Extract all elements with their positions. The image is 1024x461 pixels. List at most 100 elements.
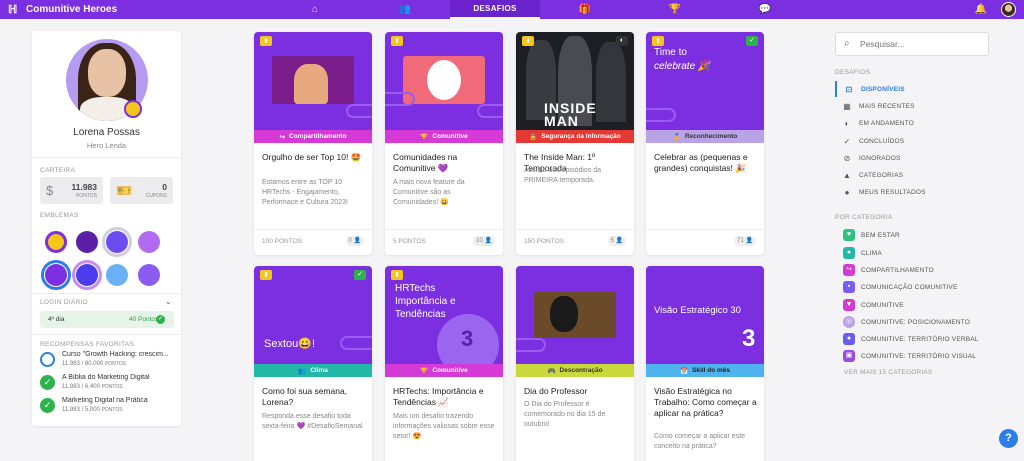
card-title: Visão Estratégica no Trabalho: Como come… xyxy=(654,386,757,418)
chat-icon: ▪ xyxy=(843,281,855,293)
banner-title: Visão Estratégico 30 xyxy=(654,305,741,316)
nav-chat[interactable]: 💬 xyxy=(720,0,810,19)
card-banner xyxy=(516,266,634,364)
card-banner: Visão Estratégico 30 3 xyxy=(646,266,764,364)
login-label: LOGIN DIÁRIO xyxy=(40,299,89,306)
points-value: 11.983 xyxy=(71,182,97,192)
half-circle-icon: ◐ xyxy=(844,118,850,128)
emblem-community-icon[interactable] xyxy=(106,231,128,253)
card-title: Dia do Professor xyxy=(524,386,588,396)
reward-tag-icon: ▮ xyxy=(522,36,534,46)
completed-check-icon: ✓ xyxy=(746,36,758,46)
banner-title: Sextou😀! xyxy=(264,338,315,350)
reward-tag-icon: ▮ xyxy=(652,36,664,46)
category-strip: ↪ Compartilhamento xyxy=(254,130,372,143)
category-compartilhamento[interactable]: ↪ COMPARTILHAMENTO xyxy=(835,262,995,278)
card-title: Como foi sua semana, Lorena? xyxy=(262,386,348,407)
category-strip: 🔒 Segurança da Informação xyxy=(516,130,634,143)
nav-desafios[interactable]: DESAFIOS xyxy=(450,0,540,19)
login-day: 4º dia xyxy=(48,316,65,323)
challenge-card[interactable]: 🎮 Descontração Dia do Professor O Dia do … xyxy=(516,266,634,461)
filter-in-progress[interactable]: ◐ EM ANDAMENTO xyxy=(835,115,995,131)
card-banner xyxy=(385,32,503,130)
filter-recent[interactable]: ▦ MAIS RECENTES xyxy=(835,98,995,114)
avatar[interactable] xyxy=(1001,2,1016,17)
nav-trophy[interactable]: 🏆 xyxy=(630,0,720,19)
favorite-item[interactable]: ✓ Marketing Digital na Prática 11.983 / … xyxy=(40,397,180,417)
card-points: 100 PONTOS xyxy=(262,238,302,245)
reward-tag-icon: ▮ xyxy=(260,270,272,280)
nav-people[interactable]: 👥 xyxy=(360,0,450,19)
card-title: Comunidades na Comunitive 💜 xyxy=(393,152,458,173)
challenge-card[interactable]: ▮ 🏆 Comunitive Comunidades na Comunitive … xyxy=(385,32,503,255)
card-points: 5 PONTOS xyxy=(393,238,426,245)
trophy-icon: 🏆 xyxy=(668,4,682,15)
card-desc: Estamos entre as TOP 10 HRTechs - Engaja… xyxy=(262,179,348,206)
emblem-infinity-icon[interactable] xyxy=(138,264,160,286)
daily-login: 4º dia 40 Pontos ✓ xyxy=(40,311,174,328)
check-icon: ✓ xyxy=(843,136,851,146)
calendar-icon: ▦ xyxy=(843,101,851,111)
logo-icon: ℍ xyxy=(8,3,18,16)
search-input[interactable] xyxy=(860,36,980,52)
card-title: Orgulho de ser Top 10! 🤩 xyxy=(262,152,362,162)
challenge-card[interactable]: HRTechs Importância e Tendências 3 ▮ 🏆 Co… xyxy=(385,266,503,461)
coupons-value: 0 xyxy=(162,182,167,192)
category-strip: 🎮 Descontração xyxy=(516,364,634,377)
challenge-card[interactable]: Visão Estratégico 30 3 📅 Skill do mês Vis… xyxy=(646,266,764,461)
filter-ignored[interactable]: ⊘ IGNORADOS xyxy=(835,150,995,166)
more-categories-link[interactable]: VER MAIS 15 CATEGORIAS xyxy=(844,369,932,376)
emblems-label: EMBLEMAS xyxy=(40,212,79,219)
banner-line2: celebrate 🎉 xyxy=(654,61,711,72)
home-icon: ⌂ xyxy=(311,4,319,15)
share-icon: ↪ xyxy=(279,133,286,141)
category-clima[interactable]: ● CLIMA xyxy=(835,245,995,261)
category-territorio-verbal[interactable]: ● COMUNITIVE: TERRITÓRIO VERBAL xyxy=(835,331,995,347)
favorite-item[interactable]: Curso "Growth Hacking: crescim... 11.983… xyxy=(40,351,180,371)
help-button[interactable]: ? xyxy=(999,429,1018,448)
challenge-card[interactable]: ▮ ↪ Compartilhamento Orgulho de ser Top 1… xyxy=(254,32,372,255)
category-comunicacao[interactable]: ▪ COMUNICAÇÃO COMUNITIVE xyxy=(835,279,995,295)
wallet-label: CARTEIRA xyxy=(40,167,76,174)
check-icon: ✓ xyxy=(156,315,165,324)
emblem-diamond-icon[interactable] xyxy=(45,231,67,253)
category-posicionamento[interactable]: ◎ COMUNITIVE: POSICIONAMENTO xyxy=(835,314,995,330)
banner-line1: Time to xyxy=(654,47,687,58)
card-desc: Responda esse desafio toda sexta-feira 💜… xyxy=(262,413,363,430)
filter-my-results[interactable]: ● MEUS RESULTADOS xyxy=(835,184,995,200)
favorite-item[interactable]: ✓ A Bíblia do Marketing Digital 11.983 /… xyxy=(40,374,180,394)
emblem-gear-icon[interactable] xyxy=(45,264,67,286)
brand[interactable]: ℍ Comunitive Heroes xyxy=(0,4,200,16)
emblem-star-icon[interactable] xyxy=(106,264,128,286)
emblem-circle-icon[interactable] xyxy=(76,264,98,286)
nav-gift[interactable]: 🎁 xyxy=(540,0,630,19)
filter-completed[interactable]: ✓ CONCLUÍDOS xyxy=(835,133,995,149)
category-comunitive[interactable]: ▼ COMUNITIVE xyxy=(835,297,995,313)
coupons-wallet: 🎫 0 CUPONS xyxy=(110,177,173,204)
chevron-down-icon[interactable]: ⌄ xyxy=(165,297,172,306)
card-desc: O Dia do Professor é comemorado no dia 1… xyxy=(524,401,606,428)
check-icon: ✓ xyxy=(40,375,55,390)
dollar-icon: $ xyxy=(46,183,54,198)
emblem-hexagon-icon[interactable] xyxy=(138,231,160,253)
category-bem-estar[interactable]: ♥ BEM ESTAR xyxy=(835,227,995,243)
ticket-icon: 🎫 xyxy=(116,183,133,198)
category-territorio-visual[interactable]: ▣ COMUNITIVE: TERRITÓRIO VISUAL xyxy=(835,348,995,364)
in-progress-icon: ◐ xyxy=(616,36,628,46)
check-icon: ✓ xyxy=(40,398,55,413)
completed-check-icon: ✓ xyxy=(354,270,366,280)
emblem-first-icon[interactable] xyxy=(76,231,98,253)
chat-icon: 💬 xyxy=(758,4,772,15)
nav-home[interactable]: ⌂ xyxy=(270,0,360,19)
challenge-card[interactable]: Sextou😀! ▮ ✓ 👥 Clima Como foi sua semana,… xyxy=(254,266,372,461)
app-name: Comunitive Heroes xyxy=(26,4,118,15)
points-wallet: $ 11.983 PONTOS xyxy=(40,177,103,204)
category-strip: 🏅 Reconhecimento xyxy=(646,130,764,143)
bell-icon[interactable]: 🔔 xyxy=(975,4,987,15)
card-title: Celebrar as (pequenas e grandes) conquis… xyxy=(654,152,748,173)
filter-available[interactable]: ⊡ DISPONÍVEIS xyxy=(835,81,995,97)
challenge-card[interactable]: Time to celebrate 🎉 ▮ ✓ 🏅 Reconhecimento … xyxy=(646,32,764,255)
reward-tag-icon: ▮ xyxy=(391,36,403,46)
filter-categories[interactable]: ▲ CATEGORIAS xyxy=(835,167,995,183)
challenge-card[interactable]: INSIDE MAN ▮ ◐ 🔒 Segurança da Informação … xyxy=(516,32,634,255)
